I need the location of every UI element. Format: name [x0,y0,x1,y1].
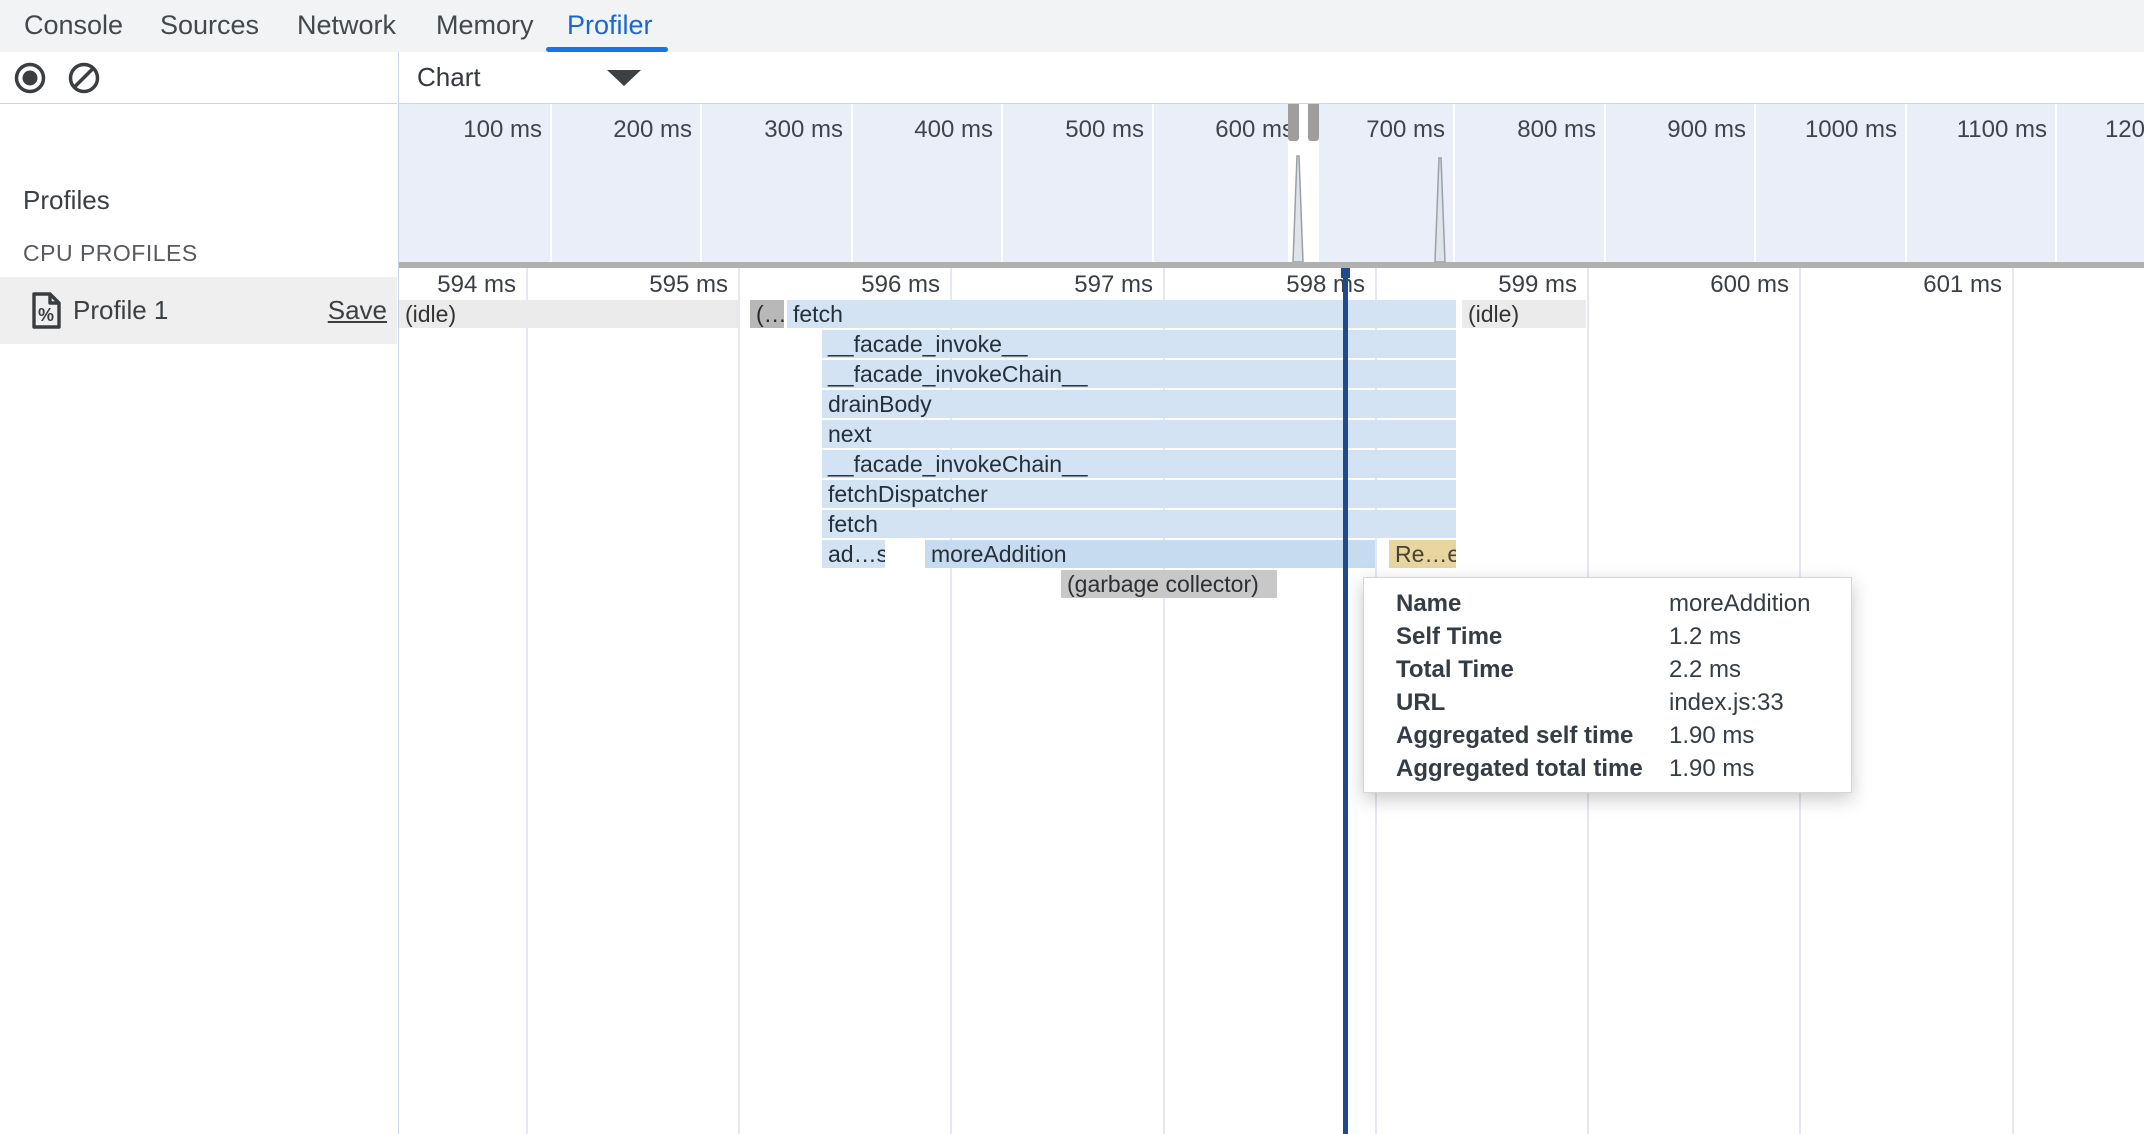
tooltip-row-label: Aggregated total time [1396,752,1643,785]
flame-bar-ad-s[interactable]: ad…s [822,540,885,568]
overview-tick-label: 1000 ms [1735,116,1897,144]
tooltip-row-value: 1.90 ms [1669,752,1754,785]
flame-bar--idle-[interactable]: (idle) [1462,300,1586,328]
time-gridline [526,268,528,1134]
tab-network[interactable]: Network [297,0,396,50]
tooltip-row: Aggregated self time 1.90 ms [1364,719,1851,752]
flame-bar--garbage-collector-[interactable]: (garbage collector) [1061,570,1277,598]
flame-bar--[interactable]: (… [750,300,784,328]
tooltip-row: Total Time 2.2 ms [1364,653,1851,686]
frame-tooltip: NamemoreAdditionSelf Time1.2 msTotal Tim… [1363,577,1852,793]
tooltip-row: Self Time 1.2 ms [1364,620,1851,653]
profile-list-item[interactable]: % Profile 1 Save [0,277,397,344]
flame-bar-fetch[interactable]: fetch [787,300,1456,328]
ruler-tick-label: 597 ms [991,270,1153,300]
ruler-tick-label: 599 ms [1415,270,1577,300]
tooltip-rows: NamemoreAdditionSelf Time1.2 msTotal Tim… [1364,587,1851,785]
sidebar: Profiles CPU PROFILES % Profile 1 Save [0,52,399,1134]
tooltip-row-label: Aggregated self time [1396,719,1633,752]
tab-sources[interactable]: Sources [160,0,259,50]
tab-profiler[interactable]: Profiler [567,0,653,50]
profile-name: Profile 1 [73,277,168,344]
save-profile-link[interactable]: Save [328,277,387,344]
flame-bar--facade-invokechain-[interactable]: __facade_invokeChain__ [822,450,1456,478]
flame-chart-host: 594 ms595 ms596 ms597 ms598 ms599 ms600 … [399,268,2144,1134]
selection-right-handle[interactable] [1308,104,1319,141]
ruler-tick-label: 596 ms [778,270,940,300]
chevron-down-icon [607,70,641,86]
overview-tick-label: 1100 ms [1885,116,2047,144]
flame-bar-fetch[interactable]: fetch [822,510,1456,538]
tooltip-row-label: Self Time [1396,620,1502,653]
tooltip-row-value: moreAddition [1669,587,1810,620]
profiler-toolbar [0,52,397,104]
tooltip-row-label: URL [1396,686,1445,719]
timeline-overview[interactable]: 100 ms200 ms300 ms400 ms500 ms600 ms700 … [399,104,2144,262]
overview-tick-label: 900 ms [1584,116,1746,144]
playhead-cursor-tick [1341,268,1350,278]
overview-tick-label: 100 ms [399,116,542,144]
ruler-tick-label: 595 ms [566,270,728,300]
overview-tick-label: 200 ms [530,116,692,144]
time-gridline [2012,268,2014,1134]
playhead-cursor-line [1343,268,1348,1134]
tabs-host: Console Sources Network Memory Profiler [0,0,2144,52]
clear-profiles-button[interactable] [67,61,101,95]
tab-console[interactable]: Console [24,0,123,50]
flame-bar-drainbody[interactable]: drainBody [822,390,1456,418]
overview-tick-label: 800 ms [1434,116,1596,144]
selection-left-handle[interactable] [1288,104,1299,141]
tooltip-row-value: index.js:33 [1669,686,1784,719]
tooltip-row-value: 1.2 ms [1669,620,1741,653]
ruler-tick-label: 601 ms [1840,270,2002,300]
tooltip-row-label: Name [1396,587,1461,620]
profiles-heading: Profiles [23,185,110,216]
ruler-tick-label: 600 ms [1627,270,1789,300]
flame-bar-re-e[interactable]: Re…e [1389,540,1456,568]
flame-bar-fetchdispatcher[interactable]: fetchDispatcher [822,480,1456,508]
view-mode-dropdown[interactable]: Chart [399,52,651,103]
chart-panel-toolbar: Chart [399,52,2144,104]
tab-memory[interactable]: Memory [436,0,534,50]
tooltip-row: Aggregated total time 1.90 ms [1364,752,1851,785]
svg-text:%: % [38,305,54,325]
flame-bar-moreaddition[interactable]: moreAddition [925,540,1375,568]
flame-chart[interactable]: 594 ms595 ms596 ms597 ms598 ms599 ms600 … [399,268,2144,1134]
cpu-profiles-section-heading: CPU PROFILES [23,240,198,267]
overview-tick-label: 300 ms [681,116,843,144]
flame-bar--facade-invokechain-[interactable]: __facade_invokeChain__ [822,360,1456,388]
overview-tick-label: 600 ms [1132,116,1294,144]
tooltip-row-label: Total Time [1396,653,1514,686]
clear-icon [67,61,101,95]
devtools-window: Console Sources Network Memory Profiler Prof… [0,0,2144,1134]
tooltip-row: Name moreAddition [1364,587,1851,620]
overview-tick-label: 1200 ms [2035,116,2144,144]
tooltip-row: URL index.js:33 [1364,686,1851,719]
devtools-tab-bar: Console Sources Network Memory Profiler [0,0,2144,53]
flame-bar--facade-invoke-[interactable]: __facade_invoke__ [822,330,1456,358]
record-button[interactable] [13,61,47,95]
overview-host: 100 ms200 ms300 ms400 ms500 ms600 ms700 … [399,104,2144,262]
tooltip-row-value: 2.2 ms [1669,653,1741,686]
overview-tick-label: 500 ms [982,116,1144,144]
tooltip-row-value: 1.90 ms [1669,719,1754,752]
time-gridline [738,268,740,1134]
record-icon [13,61,47,95]
profile-document-icon: % [30,291,63,335]
ruler-tick-label: 594 ms [399,270,516,300]
flame-bar--idle-[interactable]: (idle) [399,300,738,328]
view-mode-value: Chart [417,62,481,93]
flame-bar-next[interactable]: next [822,420,1456,448]
overview-tick-label: 400 ms [831,116,993,144]
